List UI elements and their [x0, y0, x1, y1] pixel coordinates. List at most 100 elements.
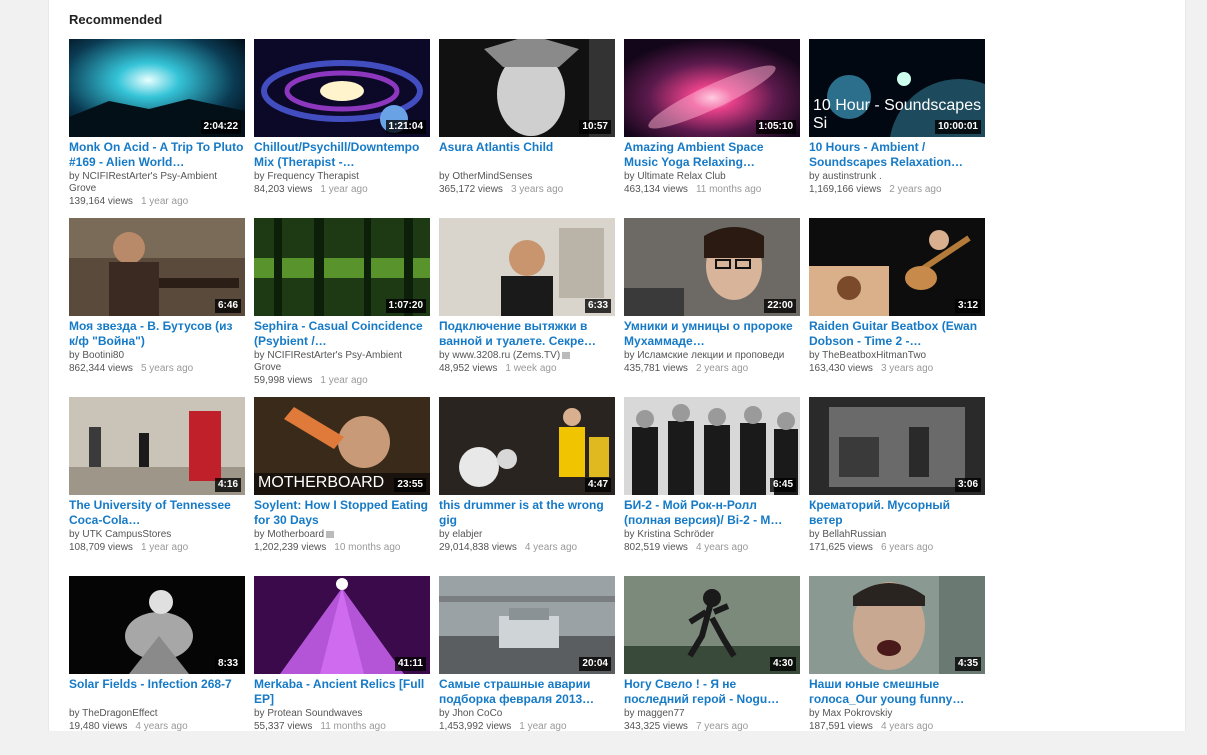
video-duration: 23:55 [394, 478, 426, 492]
video-thumbnail[interactable]: 6:46 [69, 218, 245, 316]
video-title[interactable]: Крематорий. Мусорный ветер [809, 498, 985, 528]
video-title[interactable]: Подключение вытяжки в ванной и туалете. … [439, 319, 615, 349]
video-thumbnail[interactable]: MOTHERBOARD 23:55 [254, 397, 430, 495]
video-thumbnail[interactable]: 4:30 [624, 576, 800, 674]
video-channel[interactable]: austinstrunk . [822, 171, 881, 182]
video-card[interactable]: 6:45 БИ-2 - Мой Рок-н-Ролл (полная верси… [624, 397, 800, 576]
video-duration: 20:04 [579, 657, 611, 671]
video-age: 5 years ago [140, 363, 194, 374]
video-card[interactable]: 22:00 Умники и умницы о пророке Мухаммад… [624, 218, 800, 397]
video-thumbnail[interactable]: 3:12 [809, 218, 985, 316]
video-channel[interactable]: UTK CampusStores [82, 529, 171, 540]
video-age: 4 years ago [880, 721, 934, 732]
video-card[interactable]: 10:57 Asura Atlantis Child by OtherMindS… [439, 39, 615, 218]
video-card[interactable]: 1:21:04 Chillout/Psychill/Downtempo Mix … [254, 39, 430, 218]
video-title[interactable]: Monk On Acid - A Trip To Pluto #169 - Al… [69, 140, 245, 170]
video-channel[interactable]: maggen77 [637, 708, 684, 719]
video-age: 11 months ago [695, 184, 762, 195]
video-channel[interactable]: BellahRussian [822, 529, 886, 540]
video-thumbnail[interactable]: 10:57 [439, 39, 615, 137]
video-title[interactable]: Умники и умницы о пророке Мухаммаде… [624, 319, 800, 349]
video-title[interactable]: Raiden Guitar Beatbox (Ewan Dobson - Tim… [809, 319, 985, 349]
video-channel[interactable]: OtherMindSenses [452, 171, 532, 182]
video-channel[interactable]: NCIFIRestArter's Psy-Ambient Grove [69, 171, 217, 194]
video-thumbnail[interactable]: 1:05:10 [624, 39, 800, 137]
video-thumbnail[interactable]: 6:45 [624, 397, 800, 495]
video-card[interactable]: 6:46 Моя звезда - В. Бутусов (из к/ф "Во… [69, 218, 245, 397]
video-thumbnail[interactable]: 10 Hour - Soundscapes Si 10:00:01 [809, 39, 985, 137]
video-thumbnail[interactable]: 2:04:22 [69, 39, 245, 137]
video-title[interactable]: Chillout/Psychill/Downtempo Mix (Therapi… [254, 140, 430, 170]
video-thumbnail[interactable]: 4:47 [439, 397, 615, 495]
video-channel[interactable]: Исламские лекции и проповеди [637, 350, 784, 361]
video-grid: 2:04:22 Monk On Acid - A Trip To Pluto #… [69, 39, 985, 755]
video-title[interactable]: Amazing Ambient Space Music Yoga Relaxin… [624, 140, 800, 170]
video-title[interactable]: Sephira - Casual Coincidence (Psybient /… [254, 319, 430, 349]
video-channel[interactable]: Kristina Schröder [637, 529, 714, 540]
video-thumbnail[interactable]: 3:06 [809, 397, 985, 495]
video-card[interactable]: 41:11 Merkaba - Ancient Relics [Full EP]… [254, 576, 430, 755]
video-views: 343,325 views [624, 721, 688, 732]
video-title[interactable]: Наши юные смешные голоса_Our young funny… [809, 677, 985, 707]
video-channel[interactable]: Motherboard [267, 529, 324, 540]
video-channel[interactable]: elabjer [452, 529, 482, 540]
video-thumbnail[interactable]: 22:00 [624, 218, 800, 316]
video-title[interactable]: Asura Atlantis Child [439, 140, 615, 170]
video-card[interactable]: 6:33 Подключение вытяжки в ванной и туал… [439, 218, 615, 397]
video-channel[interactable]: Bootini80 [82, 350, 124, 361]
video-thumbnail[interactable]: 1:21:04 [254, 39, 430, 137]
video-thumbnail[interactable]: 8:33 [69, 576, 245, 674]
video-title[interactable]: this drummer is at the wrong gig [439, 498, 615, 528]
channel-prefix: by [439, 708, 453, 719]
video-channel[interactable]: Protean Soundwaves [267, 708, 362, 719]
video-views: 435,781 views [624, 363, 688, 374]
video-card[interactable]: 1:07:20 Sephira - Casual Coincidence (Ps… [254, 218, 430, 397]
channel-prefix: by [624, 350, 638, 361]
video-card[interactable]: MOTHERBOARD 23:55 Soylent: How I Stopped… [254, 397, 430, 576]
video-card[interactable]: 8:33 Solar Fields - Infection 268-7 by T… [69, 576, 245, 755]
video-card[interactable]: 1:05:10 Amazing Ambient Space Music Yoga… [624, 39, 800, 218]
video-card[interactable]: 3:12 Raiden Guitar Beatbox (Ewan Dobson … [809, 218, 985, 397]
video-card[interactable]: 4:30 Ногу Свело ! - Я не последний герой… [624, 576, 800, 755]
video-thumbnail[interactable]: 1:07:20 [254, 218, 430, 316]
video-thumbnail[interactable]: 20:04 [439, 576, 615, 674]
video-title[interactable]: БИ-2 - Мой Рок-н-Ролл (полная версия)/ B… [624, 498, 800, 528]
video-title[interactable]: Solar Fields - Infection 268-7 [69, 677, 245, 707]
video-views: 1,202,239 views [254, 542, 327, 553]
video-title[interactable]: Merkaba - Ancient Relics [Full EP] [254, 677, 430, 707]
video-title[interactable]: Самые страшные аварии подборка февраля 2… [439, 677, 615, 707]
section-heading: Recommended [69, 12, 163, 27]
video-age: 4 years ago [135, 721, 188, 732]
video-channel[interactable]: Frequency Therapist [267, 171, 359, 182]
video-channel[interactable]: TheDragonEffect [82, 708, 157, 719]
video-title[interactable]: Soylent: How I Stopped Eating for 30 Day… [254, 498, 430, 528]
video-duration: 4:47 [584, 478, 611, 492]
video-channel[interactable]: www.3208.ru (Zems.TV) [452, 350, 560, 361]
video-card[interactable]: 20:04 Самые страшные аварии подборка фев… [439, 576, 615, 755]
video-channel[interactable]: TheBeatboxHitmanTwo [822, 350, 926, 361]
video-card[interactable]: 2:04:22 Monk On Acid - A Trip To Pluto #… [69, 39, 245, 218]
video-card[interactable]: 3:06 Крематорий. Мусорный ветер by Bella… [809, 397, 985, 576]
channel-prefix: by [69, 350, 83, 361]
video-channel[interactable]: Max Pokrovskiy [822, 708, 892, 719]
video-age: 6 years ago [880, 542, 934, 553]
video-views: 29,014,838 views [439, 542, 517, 553]
video-channel[interactable]: Jhon CoCo [452, 708, 502, 719]
video-card[interactable]: 4:16 The University of Tennessee Coca-Co… [69, 397, 245, 576]
video-thumbnail[interactable]: 4:35 [809, 576, 985, 674]
video-views: 463,134 views [624, 184, 688, 195]
video-card[interactable]: 10 Hour - Soundscapes Si 10:00:01 10 Hou… [809, 39, 985, 218]
video-channel[interactable]: NCIFIRestArter's Psy-Ambient Grove [254, 350, 402, 373]
video-title[interactable]: Моя звезда - В. Бутусов (из к/ф "Война") [69, 319, 245, 349]
video-thumbnail[interactable]: 6:33 [439, 218, 615, 316]
video-thumbnail[interactable]: 4:16 [69, 397, 245, 495]
video-views: 187,591 views [809, 721, 873, 732]
video-card[interactable]: 4:47 this drummer is at the wrong gig by… [439, 397, 615, 576]
video-title[interactable]: The University of Tennessee Coca-Cola… [69, 498, 245, 528]
video-thumbnail[interactable]: 41:11 [254, 576, 430, 674]
video-card[interactable]: 4:35 Наши юные смешные голоса_Our young … [809, 576, 985, 755]
channel-prefix: by [69, 708, 83, 719]
video-title[interactable]: 10 Hours - Ambient / Soundscapes Relaxat… [809, 140, 985, 170]
video-channel[interactable]: Ultimate Relax Club [637, 171, 725, 182]
video-title[interactable]: Ногу Свело ! - Я не последний герой - No… [624, 677, 800, 707]
